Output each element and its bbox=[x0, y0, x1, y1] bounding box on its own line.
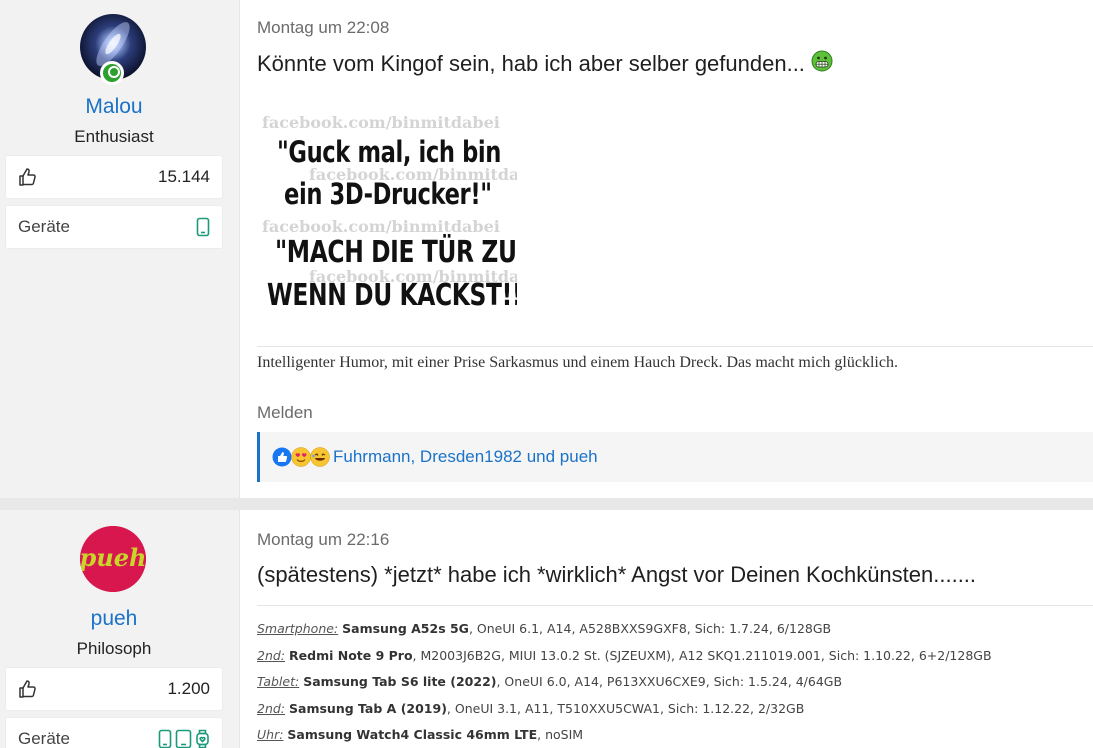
post-message-text: Könnte vom Kingof sein, hab ich aber sel… bbox=[257, 51, 805, 76]
meme-line-4: WENN DU KACKST!!" bbox=[267, 278, 517, 313]
post-pueh: pueh pueh Philosoph 1.200 Geräte Montag … bbox=[0, 510, 1093, 748]
meme-image[interactable]: facebook.com/binmitdabei facebook.com/bi… bbox=[257, 105, 517, 325]
signature-row: 2nd: Samsung Tab A (2019), OneUI 3.1, A1… bbox=[257, 696, 992, 723]
meme-watermark: facebook.com/binmitdabei bbox=[262, 113, 500, 132]
smartphone-icon[interactable] bbox=[158, 729, 172, 748]
likes-count: 15.144 bbox=[158, 167, 210, 186]
tablet-icon[interactable] bbox=[175, 729, 192, 748]
signature-row: Smartphone: Samsung A52s 5G, OneUI 6.1, … bbox=[257, 616, 992, 643]
meme-line-3: "MACH DIE TÜR ZU, bbox=[275, 235, 517, 270]
signature-key: 2nd: bbox=[257, 700, 286, 716]
signature-device: Samsung Tab S6 lite (2022) bbox=[303, 674, 497, 689]
smartwatch-icon[interactable] bbox=[195, 729, 210, 748]
signature-device: Samsung Watch4 Classic 46mm LTE bbox=[287, 727, 538, 742]
devices-label: Geräte bbox=[18, 729, 70, 748]
post-malou: Malou Enthusiast 15.144 Geräte Montag um… bbox=[0, 0, 1093, 498]
author-sidebar: Malou Enthusiast 15.144 Geräte bbox=[0, 0, 240, 498]
username[interactable]: Malou bbox=[0, 95, 228, 119]
likes-stat: 15.144 bbox=[5, 155, 223, 199]
grin-emoji-icon bbox=[811, 50, 833, 78]
avatar[interactable]: pueh bbox=[80, 526, 146, 592]
author-sidebar: pueh pueh Philosoph 1.200 Geräte bbox=[0, 510, 240, 748]
smartphone-icon[interactable] bbox=[196, 217, 210, 237]
meme-watermark: facebook.com/binmitdabei bbox=[262, 217, 500, 236]
reactions-bar: Fuhrmann, Dresden1982 und pueh bbox=[257, 432, 1093, 482]
signature-divider bbox=[257, 605, 1093, 606]
meme-line-2: ein 3D-Drucker!" bbox=[284, 177, 492, 211]
signature-device: Samsung A52s 5G bbox=[342, 621, 469, 636]
meme-line-1: "Guck mal, ich bin bbox=[277, 135, 502, 169]
post-date[interactable]: Montag um 22:08 bbox=[257, 18, 389, 38]
signature-detail: , noSIM bbox=[537, 727, 584, 742]
likes-count: 1.200 bbox=[167, 679, 210, 698]
report-link[interactable]: Melden bbox=[257, 403, 313, 423]
signature-device-list: Smartphone: Samsung A52s 5G, OneUI 6.1, … bbox=[257, 616, 992, 748]
likes-stat: 1.200 bbox=[5, 667, 223, 711]
devices-stat[interactable]: Geräte bbox=[5, 205, 223, 249]
signature-detail: , M2003J6B2G, MIUI 13.0.2 St. (SJZEUXM),… bbox=[412, 647, 992, 663]
signature-key: Tablet: bbox=[257, 674, 300, 689]
signature-key: 2nd: bbox=[257, 647, 286, 663]
post-message: (spätestens) *jetzt* habe ich *wirklich*… bbox=[257, 562, 976, 588]
signature-key: Uhr: bbox=[257, 727, 284, 742]
post-content: Montag um 22:16 (spätestens) *jetzt* hab… bbox=[240, 510, 1093, 748]
username[interactable]: pueh bbox=[0, 607, 228, 631]
laugh-icon bbox=[310, 447, 330, 467]
signature-row: 2nd: Redmi Note 9 Pro, M2003J6B2G, MIUI … bbox=[257, 643, 992, 670]
signature-divider bbox=[257, 346, 1093, 347]
post-date[interactable]: Montag um 22:16 bbox=[257, 530, 389, 550]
like-icon bbox=[272, 447, 292, 467]
user-rank: Philosoph bbox=[76, 639, 152, 658]
avatar-text: pueh bbox=[80, 543, 146, 572]
signature-key: Smartphone: bbox=[257, 621, 339, 636]
signature-detail: , OneUI 6.0, A14, P613XXU6CXE9, Sich: 1.… bbox=[496, 674, 843, 689]
reactions-users[interactable]: Fuhrmann, Dresden1982 und pueh bbox=[333, 447, 598, 467]
thumbs-up-icon bbox=[18, 167, 38, 187]
signature-detail: , OneUI 3.1, A11, T510XXU5CWA1, Sich: 1.… bbox=[446, 700, 805, 716]
post-content: Montag um 22:08 Könnte vom Kingof sein, … bbox=[240, 0, 1093, 498]
devices-label: Geräte bbox=[18, 217, 70, 236]
signature-detail: , OneUI 6.1, A14, A528BXXS9GXF8, Sich: 1… bbox=[468, 621, 832, 636]
thumbs-up-icon bbox=[18, 679, 38, 699]
user-rank: Enthusiast bbox=[74, 127, 154, 146]
signature-device: Samsung Tab A (2019) bbox=[289, 700, 447, 716]
post-divider bbox=[0, 498, 1093, 510]
online-status-icon bbox=[100, 61, 124, 85]
signature-row: Tablet: Samsung Tab S6 lite (2022), OneU… bbox=[257, 669, 992, 696]
post-message: Könnte vom Kingof sein, hab ich aber sel… bbox=[257, 50, 833, 78]
post-message-text: (spätestens) *jetzt* habe ich *wirklich*… bbox=[257, 562, 977, 587]
love-icon bbox=[291, 447, 311, 467]
devices-stat[interactable]: Geräte bbox=[5, 717, 223, 748]
signature-device: Redmi Note 9 Pro bbox=[289, 647, 413, 663]
signature-row: Uhr: Samsung Watch4 Classic 46mm LTE, no… bbox=[257, 722, 992, 748]
signature: Intelligenter Humor, mit einer Prise Sar… bbox=[257, 354, 898, 371]
